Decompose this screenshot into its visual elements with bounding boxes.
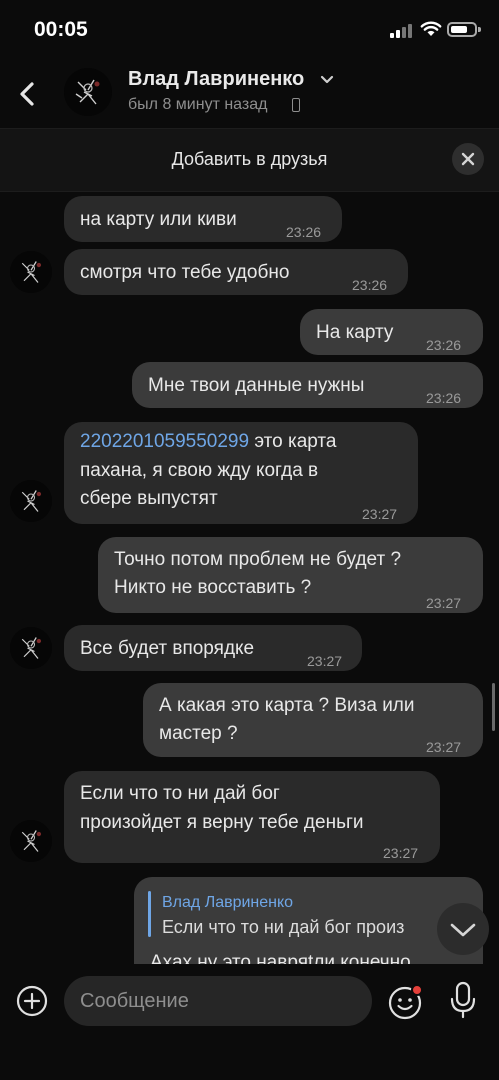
message-time: 23:27: [426, 595, 462, 611]
wifi-icon: [420, 21, 442, 36]
message-text: Никто не восставить ?: [114, 577, 312, 598]
status-bar: 00:05: [0, 0, 499, 60]
back-chevron-icon[interactable]: [14, 78, 42, 110]
signal-icon: [390, 24, 416, 38]
mobile-device-icon: [292, 98, 300, 112]
reply-quote-text[interactable]: Если что то ни дай бог произ: [162, 913, 430, 941]
message-text: Мне твои данные нужны: [148, 375, 365, 396]
chevron-down-icon: [450, 923, 476, 937]
message-incoming[interactable]: Все будет впорядке 23:27: [64, 625, 362, 671]
contact-avatar[interactable]: [10, 820, 52, 862]
status-time: 00:05: [34, 18, 88, 41]
microphone-icon[interactable]: [448, 980, 478, 1020]
message-text: На карту: [316, 322, 394, 343]
card-number-link[interactable]: 2202201059550299: [80, 431, 249, 452]
last-seen-status: был 8 минут назад: [128, 96, 268, 113]
message-outgoing[interactable]: А какая это карта ? Виза или мастер ? 23…: [143, 683, 483, 757]
scrollbar[interactable]: [492, 683, 495, 731]
message-time: 23:26: [352, 277, 388, 293]
message-time: 23:26: [426, 390, 462, 406]
sticker-emoji-icon[interactable]: [387, 983, 425, 1021]
message-time: 23:26: [286, 224, 322, 240]
chevron-down-icon[interactable]: [320, 74, 334, 86]
message-incoming[interactable]: на карту или киви 23:26: [64, 196, 342, 242]
message-time: 23:27: [362, 506, 398, 522]
message-outgoing[interactable]: Мне твои данные нужны 23:26: [132, 362, 483, 408]
add-friend-button[interactable]: Добавить в друзья: [0, 149, 499, 170]
contact-name[interactable]: Влад Лавриненко: [128, 68, 304, 91]
message-incoming[interactable]: смотря что тебе удобно 23:26: [64, 249, 408, 295]
message-input[interactable]: Сообщение: [64, 976, 372, 1026]
message-incoming[interactable]: Если что то ни дай бог произойдет я верн…: [64, 771, 440, 863]
message-text: это карта: [249, 431, 337, 452]
message-text: произойдет я верну тебе деньги: [80, 812, 364, 833]
message-incoming[interactable]: 2202201059550299 это карта пахана, я сво…: [64, 422, 418, 524]
chat-header: Влад Лавриненко был 8 минут назад: [0, 60, 499, 129]
message-text: А какая это карта ? Виза или: [159, 695, 415, 716]
attach-plus-icon[interactable]: [16, 985, 48, 1017]
contact-avatar[interactable]: [64, 68, 112, 116]
scroll-to-bottom-button[interactable]: [437, 903, 489, 955]
message-text: пахана, я свою жду когда в: [80, 460, 319, 481]
close-banner-button[interactable]: [452, 143, 484, 175]
message-composer: Сообщение: [0, 964, 499, 1080]
message-outgoing[interactable]: Точно потом проблем не будет ? Никто не …: [98, 537, 483, 613]
message-list[interactable]: на карту или киви 23:26 смотря что тебе …: [0, 192, 499, 964]
battery-icon: [447, 22, 481, 37]
add-friend-banner: Добавить в друзья: [0, 129, 499, 192]
message-outgoing[interactable]: Влад Лавриненко Если что то ни дай бог п…: [134, 877, 483, 964]
message-time: 23:27: [383, 845, 419, 861]
reply-quote-bar: [148, 891, 151, 937]
message-text: Все будет впорядке: [80, 638, 255, 659]
message-time: 23:27: [307, 653, 343, 669]
contact-avatar[interactable]: [10, 627, 52, 669]
contact-avatar[interactable]: [10, 251, 52, 293]
message-input-placeholder: Сообщение: [80, 990, 189, 1012]
message-text: мастер ?: [159, 723, 238, 744]
message-time: 23:27: [426, 739, 462, 755]
contact-avatar[interactable]: [10, 480, 52, 522]
message-text: Точно потом проблем не будет ?: [114, 549, 402, 570]
message-text: Ахах ну это навряtли конечно: [150, 952, 411, 964]
message-text: Если что то ни дай бог: [80, 783, 280, 804]
message-text: на карту или киви: [80, 209, 237, 230]
close-icon: [461, 152, 475, 166]
message-text: сбере выпустят: [80, 488, 218, 509]
message-text: смотря что тебе удобно: [80, 262, 290, 283]
message-time: 23:26: [426, 337, 462, 353]
message-outgoing[interactable]: На карту 23:26: [300, 309, 483, 355]
